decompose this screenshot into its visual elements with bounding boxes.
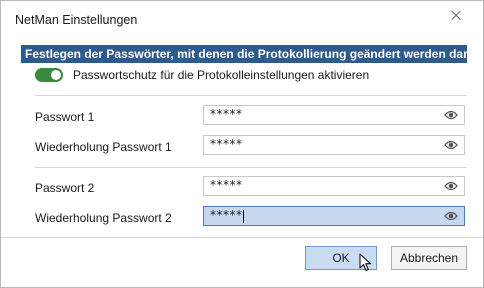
footer-divider — [1, 237, 483, 238]
divider — [35, 95, 467, 96]
password-1-value: ***** — [210, 107, 243, 121]
password-2-input[interactable]: ***** — [203, 176, 465, 196]
mouse-cursor-icon — [359, 253, 371, 271]
password-2-repeat-input[interactable]: ***** — [203, 206, 465, 226]
close-icon[interactable]: × — [445, 5, 467, 27]
password-2-value: ***** — [210, 178, 243, 192]
password-1-repeat-label: Wiederholung Passwort 1 — [35, 140, 172, 154]
password-1-repeat-input[interactable]: ***** — [203, 135, 465, 155]
password-1-label: Passwort 1 — [35, 110, 95, 124]
toggle-label: Passwortschutz für die Protokolleinstell… — [73, 68, 370, 82]
password-1-repeat-value: ***** — [210, 137, 243, 151]
settings-dialog: NetMan Einstellungen × Festlegen der Pas… — [0, 0, 484, 288]
password-2-repeat-label: Wiederholung Passwort 2 — [35, 211, 172, 225]
eye-icon[interactable] — [444, 109, 458, 121]
text-caret — [243, 210, 244, 223]
toggle-knob — [51, 70, 61, 80]
password-1-input[interactable]: ***** — [203, 105, 465, 125]
eye-icon[interactable] — [444, 210, 458, 222]
divider — [35, 167, 467, 168]
password-protection-toggle[interactable] — [35, 68, 63, 82]
password-2-label: Passwort 2 — [35, 181, 95, 195]
section-header: Festlegen der Passwörter, mit denen die … — [21, 45, 467, 63]
eye-icon[interactable] — [444, 180, 458, 192]
password-2-repeat-value: ***** — [210, 208, 243, 222]
cancel-button[interactable]: Abbrechen — [391, 246, 467, 270]
window-title: NetMan Einstellungen — [15, 13, 138, 27]
title-bar: NetMan Einstellungen × — [1, 1, 483, 39]
eye-icon[interactable] — [444, 139, 458, 151]
